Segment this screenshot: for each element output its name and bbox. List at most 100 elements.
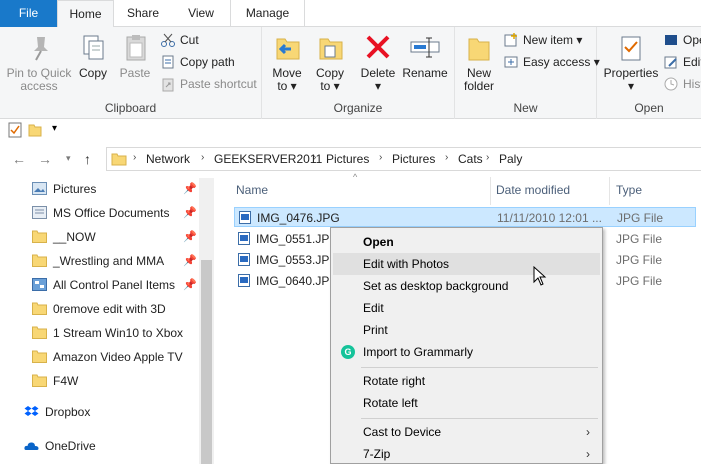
- address-bar[interactable]: › Network › GEEKSERVER2011 › Pictures › …: [106, 147, 701, 171]
- history-icon: [663, 76, 679, 92]
- delete-button[interactable]: Delete ▾: [358, 33, 398, 93]
- new-item-label: New item: [523, 33, 574, 47]
- file-row[interactable]: IMG_0476.JPG 11/11/2010 12:01 ... JPG Fi…: [234, 207, 696, 227]
- menu-item-7-zip[interactable]: 7-Zip ›: [333, 443, 600, 464]
- copy-path-button[interactable]: Copy path: [160, 53, 235, 71]
- nav-item-ms-office-documents[interactable]: MS Office Documents: [32, 203, 169, 223]
- rename-icon: [410, 37, 440, 58]
- breadcrumb-geekserver[interactable]: GEEKSERVER2011: [214, 152, 322, 166]
- breadcrumb-pictures-1[interactable]: Pictures: [326, 152, 369, 166]
- tab-file[interactable]: File: [0, 0, 57, 27]
- breadcrumb-cats[interactable]: Cats: [458, 152, 483, 166]
- menu-item-set-as-desktop-background[interactable]: Set as desktop background: [333, 275, 600, 297]
- nav-item-f4w[interactable]: F4W: [32, 371, 78, 391]
- nav-item-amazon-video-apple-tv[interactable]: Amazon Video Apple TV: [32, 347, 183, 367]
- folder-icon: [32, 254, 47, 267]
- folder-icon: [32, 326, 47, 339]
- open-button[interactable]: Ope: [663, 31, 701, 49]
- menu-item-rotate-left[interactable]: Rotate left: [333, 392, 600, 414]
- new-folder-button[interactable]: New folder: [459, 33, 499, 93]
- copy-to-button[interactable]: Copy to ▾: [312, 33, 348, 93]
- new-group: New folder New item ▾ Easy access ▾ New: [455, 27, 600, 119]
- menu-item-rotate-right[interactable]: Rotate right: [333, 370, 600, 392]
- properties-check-icon[interactable]: [8, 122, 22, 138]
- cut-button[interactable]: Cut: [160, 31, 199, 49]
- pin-icon: [34, 37, 48, 61]
- column-header-name[interactable]: Name: [236, 183, 268, 197]
- pin-label-line2: access: [20, 79, 58, 93]
- pin-label-line1: Pin to Quick: [6, 66, 72, 80]
- control-panel-icon: [32, 278, 47, 291]
- nav-item-1-stream-win10-to-xbox[interactable]: 1 Stream Win10 to Xbox: [32, 323, 183, 343]
- column-divider[interactable]: [490, 177, 491, 205]
- menu-separator: [361, 367, 598, 368]
- clipboard-group: Pin to Quick access Copy Paste Cut Copy …: [0, 27, 262, 119]
- folder-icon[interactable]: [28, 123, 42, 137]
- nav-item-onedrive[interactable]: OneDrive: [24, 436, 96, 456]
- forward-arrow-icon[interactable]: →: [38, 151, 52, 167]
- scissors-icon: [160, 32, 176, 48]
- copy-button[interactable]: Copy: [76, 33, 110, 80]
- navigation-scrollbar[interactable]: [199, 178, 214, 464]
- menu-item-cast-to-device[interactable]: Cast to Device ›: [333, 421, 600, 443]
- customize-toolbar-icon[interactable]: ▾: [52, 123, 57, 134]
- nav-item-wrestling-and-mma[interactable]: _Wrestling and MMA: [32, 251, 164, 271]
- column-header-date-modified[interactable]: Date modified: [496, 183, 570, 197]
- nav-item-label: Pictures: [53, 182, 97, 196]
- onedrive-cloud-icon: [24, 442, 39, 450]
- tab-manage[interactable]: Manage: [230, 0, 305, 27]
- breadcrumb-pictures-2[interactable]: Pictures: [392, 152, 435, 166]
- menu-item-import-to-grammarly[interactable]: G Import to Grammarly: [333, 341, 600, 363]
- scrollbar-thumb[interactable]: [201, 260, 212, 464]
- open-group-label: Open: [634, 101, 664, 115]
- nav-item-label: F4W: [53, 374, 79, 388]
- menu-item-print[interactable]: Print: [333, 319, 600, 341]
- rename-button[interactable]: Rename: [402, 33, 448, 80]
- jpg-file-icon: [238, 253, 250, 266]
- tab-view[interactable]: View: [172, 0, 230, 27]
- column-divider[interactable]: [609, 177, 610, 205]
- column-header-type[interactable]: Type: [616, 183, 642, 197]
- delete-label: Delete: [360, 66, 396, 80]
- easy-access-button[interactable]: Easy access ▾: [503, 53, 600, 71]
- new-item-button[interactable]: New item ▾: [503, 31, 582, 49]
- nav-item-now[interactable]: __NOW: [32, 227, 96, 247]
- pin-to-quick-access-button[interactable]: Pin to Quick access: [4, 33, 74, 93]
- paste-button[interactable]: Paste: [116, 33, 154, 80]
- folder-icon: [32, 230, 47, 243]
- history-button[interactable]: Hist: [663, 75, 701, 93]
- folder-icon: [32, 374, 47, 387]
- up-arrow-icon[interactable]: ↑: [84, 151, 91, 167]
- menu-item-open[interactable]: Open: [333, 231, 600, 253]
- nav-item-pictures[interactable]: Pictures: [32, 179, 96, 199]
- file-name: IMG_0553.JPG: [256, 253, 339, 267]
- back-arrow-icon[interactable]: ←: [12, 151, 26, 167]
- ribbon-tabs: File Home Share View Manage: [0, 0, 701, 28]
- menu-item-edit[interactable]: Edit: [333, 297, 600, 319]
- nav-item-label: 1 Stream Win10 to Xbox: [53, 326, 184, 340]
- nav-item-0remove-edit-with-3d[interactable]: 0remove edit with 3D: [32, 299, 166, 319]
- mouse-pointer-icon: [533, 266, 547, 286]
- tab-share[interactable]: Share: [114, 0, 172, 27]
- nav-item-all-control-panel-items[interactable]: All Control Panel Items: [32, 275, 175, 295]
- menu-item-label: Rotate right: [363, 374, 426, 388]
- new-folder-label-1: New: [466, 66, 491, 80]
- menu-item-label: Cast to Device: [363, 425, 442, 439]
- edit-label: Edit: [683, 55, 701, 69]
- recent-locations-chevron-icon[interactable]: ▾: [66, 153, 71, 164]
- edit-ribbon-button[interactable]: Edit: [663, 53, 701, 71]
- paste-shortcut-icon: [160, 76, 176, 92]
- move-to-button[interactable]: Move to ▾: [268, 33, 306, 93]
- organize-group: Move to ▾ Copy to ▾ Delete ▾ Rename Orga…: [262, 27, 455, 119]
- nav-item-dropbox[interactable]: Dropbox: [24, 402, 90, 422]
- file-name: IMG_0476.JPG: [257, 211, 340, 225]
- jpg-file-icon: [238, 232, 250, 245]
- breadcrumb-paly[interactable]: Paly: [499, 152, 522, 166]
- menu-item-edit-with-photos[interactable]: Edit with Photos: [333, 253, 600, 275]
- breadcrumb-network[interactable]: Network: [146, 152, 190, 166]
- tab-home[interactable]: Home: [57, 0, 114, 28]
- menu-item-label: Rotate left: [363, 396, 418, 410]
- properties-button[interactable]: Properties ▾: [603, 33, 659, 93]
- nav-item-label: 0remove edit with 3D: [53, 302, 166, 316]
- paste-shortcut-button[interactable]: Paste shortcut: [160, 75, 257, 93]
